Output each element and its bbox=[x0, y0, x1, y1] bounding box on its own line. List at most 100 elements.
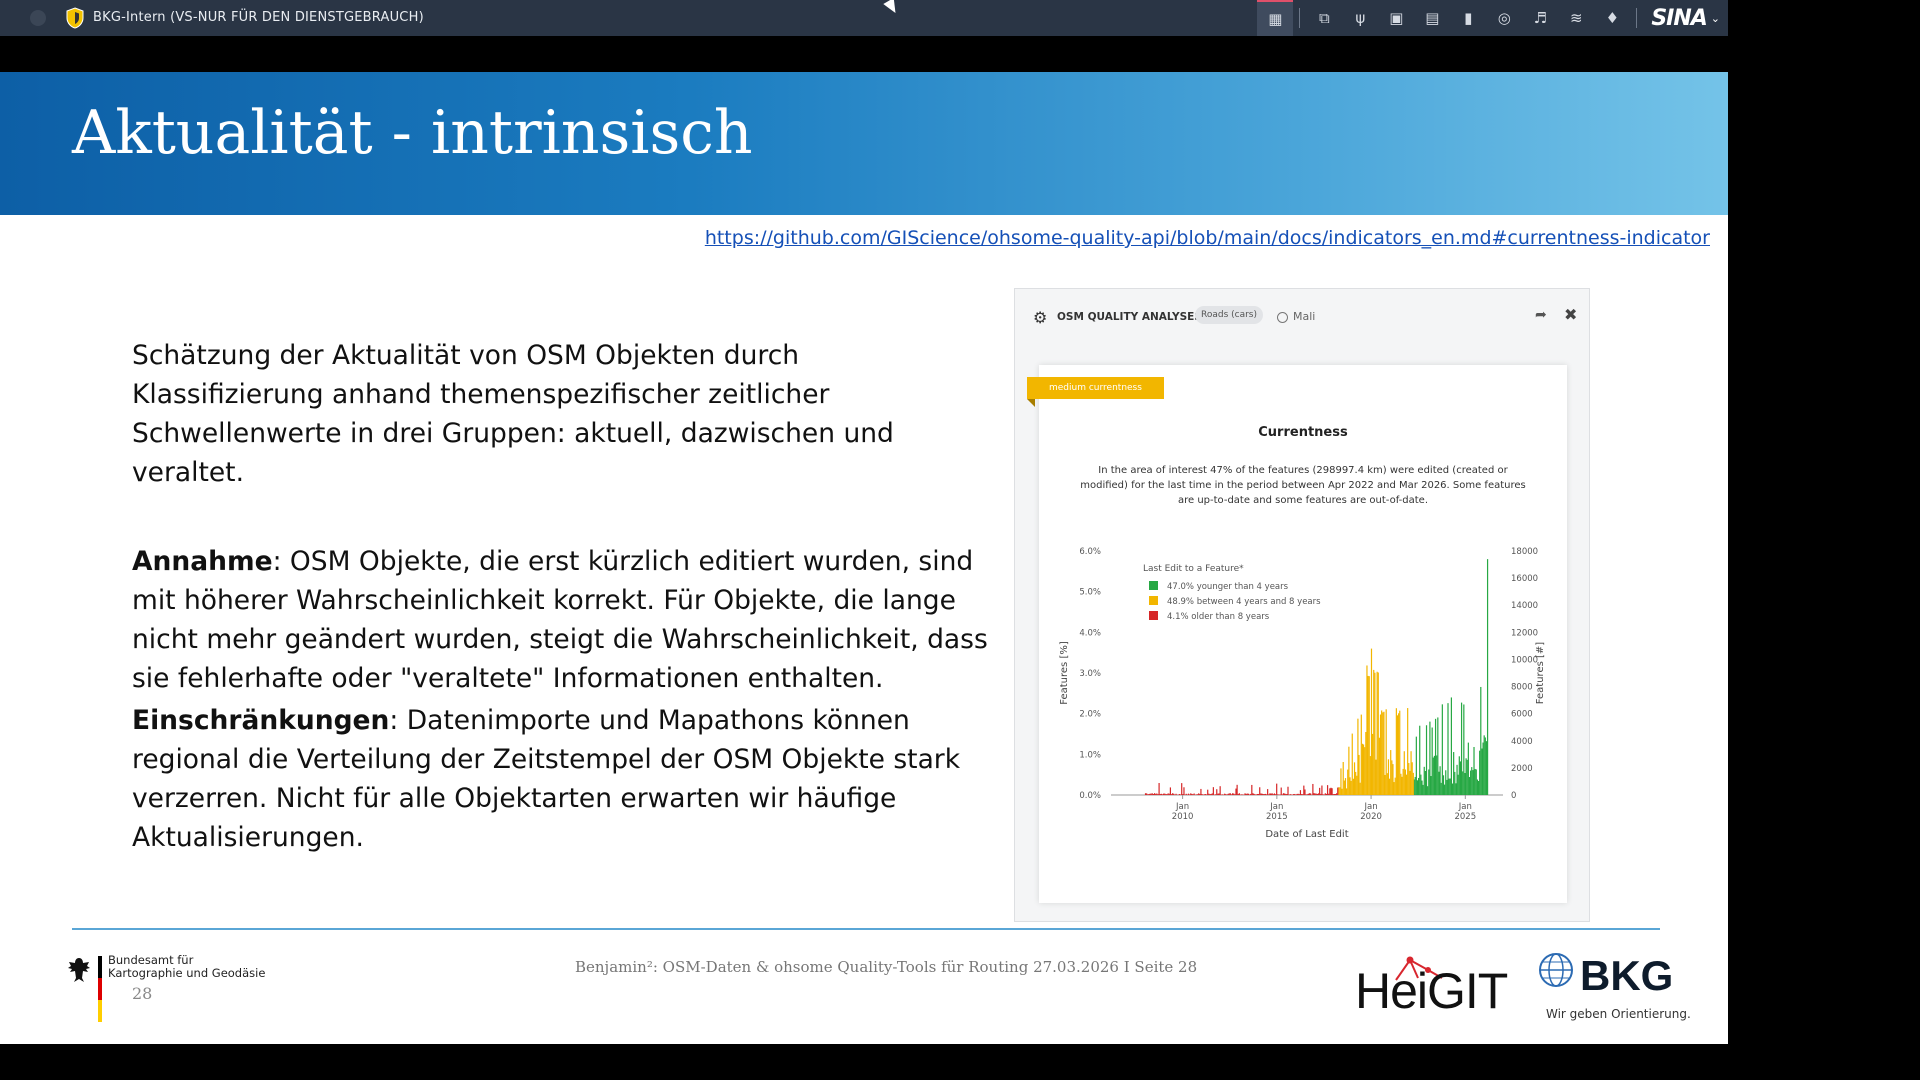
bar bbox=[1237, 793, 1239, 795]
x-tick-label: 2010 bbox=[1172, 812, 1194, 822]
bar bbox=[1167, 793, 1169, 795]
bar bbox=[1209, 794, 1211, 795]
bar bbox=[1369, 756, 1371, 795]
legend-swatch bbox=[1149, 581, 1158, 590]
bar bbox=[1462, 771, 1464, 795]
bar bbox=[1304, 789, 1306, 795]
bar bbox=[1339, 787, 1341, 795]
bar bbox=[1153, 793, 1156, 795]
bar bbox=[1427, 786, 1429, 795]
bar bbox=[1238, 793, 1240, 795]
close-icon[interactable]: ✖ bbox=[1564, 305, 1577, 324]
bar bbox=[1373, 669, 1375, 795]
bar bbox=[1245, 793, 1247, 795]
bar bbox=[1229, 793, 1231, 795]
heigit-logo: HeiGIT bbox=[1355, 963, 1508, 1019]
currentness-indicator-link[interactable]: https://github.com/GIScience/ohsome-qual… bbox=[705, 227, 1710, 249]
bar bbox=[1387, 759, 1390, 795]
bar bbox=[1448, 778, 1450, 795]
bell-icon[interactable]: ♦ bbox=[1594, 0, 1630, 36]
lock-icon[interactable]: ▮ bbox=[1450, 0, 1486, 36]
bar bbox=[1485, 741, 1488, 795]
chevron-down-icon[interactable]: ⌄ bbox=[1711, 12, 1720, 25]
microphone-icon[interactable]: ◎ bbox=[1486, 0, 1522, 36]
bar bbox=[1394, 777, 1396, 795]
bar bbox=[1253, 793, 1255, 795]
bar bbox=[1173, 793, 1175, 795]
bar bbox=[1471, 767, 1473, 795]
bar bbox=[1166, 794, 1168, 795]
bar bbox=[1146, 793, 1148, 795]
bar bbox=[1198, 793, 1200, 795]
bar bbox=[1269, 793, 1271, 795]
bar bbox=[1305, 794, 1307, 795]
paragraph-description: Schätzung der Aktualität von OSM Objekte… bbox=[132, 340, 894, 488]
bar bbox=[1254, 794, 1256, 795]
tray-separator bbox=[1636, 8, 1638, 28]
bar bbox=[1351, 733, 1353, 795]
bar bbox=[1185, 793, 1187, 795]
bar bbox=[1434, 718, 1437, 795]
y-left-tick-label: 0.0% bbox=[1079, 791, 1101, 801]
bar bbox=[1280, 787, 1282, 795]
bar bbox=[1217, 793, 1219, 795]
bar bbox=[1152, 794, 1155, 795]
network-icon[interactable]: ≋ bbox=[1558, 0, 1594, 36]
topic-pill[interactable]: Roads (cars) bbox=[1195, 306, 1264, 324]
bar bbox=[1429, 721, 1431, 795]
share-icon[interactable]: ➦ bbox=[1535, 307, 1547, 323]
bar bbox=[1444, 784, 1446, 795]
bar bbox=[1314, 793, 1316, 795]
region-label[interactable]: Mali bbox=[1293, 310, 1315, 323]
federal-eagle-icon bbox=[68, 958, 90, 982]
bar bbox=[1207, 789, 1209, 795]
bar bbox=[1233, 793, 1235, 795]
bar bbox=[1212, 787, 1214, 795]
bar bbox=[1170, 794, 1173, 795]
bar bbox=[1366, 665, 1368, 795]
windows-grid-icon[interactable]: ▦ bbox=[1257, 0, 1294, 36]
bar bbox=[1148, 794, 1150, 795]
monitor-icon[interactable]: ▣ bbox=[1378, 0, 1414, 36]
bar bbox=[1408, 763, 1410, 795]
bar bbox=[1404, 769, 1407, 795]
window-titlebar: BKG-Intern (VS-NUR FÜR DEN DIENSTGEBRAUC… bbox=[0, 0, 1728, 36]
bar bbox=[1402, 768, 1404, 795]
bar bbox=[1264, 793, 1266, 795]
x-tick-label: 2020 bbox=[1360, 812, 1382, 822]
clipboard-stack-icon[interactable]: ⧉ bbox=[1306, 0, 1342, 36]
sina-logo[interactable]: SINA bbox=[1651, 6, 1707, 31]
bar bbox=[1396, 715, 1399, 795]
y-right-tick-label: 8000 bbox=[1511, 683, 1533, 693]
bar bbox=[1438, 771, 1440, 795]
bar bbox=[1294, 793, 1296, 795]
bar bbox=[1189, 794, 1191, 795]
bar bbox=[1273, 793, 1276, 795]
globe-icon bbox=[1539, 953, 1573, 987]
bar bbox=[1251, 784, 1253, 795]
volume-icon[interactable]: ♬ bbox=[1522, 0, 1558, 36]
usb-icon[interactable]: ψ bbox=[1342, 0, 1378, 36]
bar bbox=[1321, 785, 1323, 795]
window-menu-dot[interactable] bbox=[30, 10, 46, 26]
bar bbox=[1473, 746, 1475, 795]
bar bbox=[1343, 780, 1345, 795]
bar bbox=[1221, 794, 1224, 795]
region-radio[interactable] bbox=[1277, 312, 1288, 323]
x-axis-label: Date of Last Edit bbox=[1265, 829, 1348, 840]
bar bbox=[1341, 788, 1343, 795]
bar bbox=[1310, 793, 1312, 795]
bar bbox=[1393, 782, 1395, 795]
x-tick-label: 2025 bbox=[1454, 812, 1476, 822]
clipboard-icon[interactable]: ▤ bbox=[1414, 0, 1450, 36]
bar bbox=[1385, 709, 1387, 795]
bar bbox=[1359, 782, 1361, 795]
bar bbox=[1486, 559, 1489, 795]
bar bbox=[1432, 757, 1434, 795]
bar bbox=[1195, 794, 1198, 795]
bar bbox=[1472, 770, 1474, 795]
bar bbox=[1445, 770, 1447, 795]
bar bbox=[1193, 793, 1195, 795]
bar bbox=[1161, 794, 1164, 795]
bar bbox=[1267, 789, 1269, 795]
